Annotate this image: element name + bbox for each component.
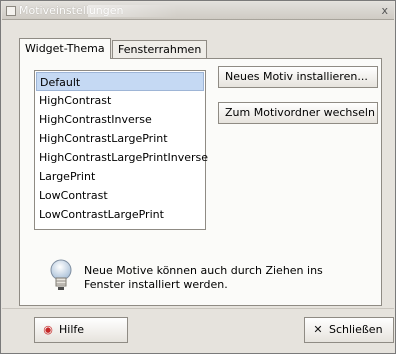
help-button[interactable]: ◉ Hilfe bbox=[34, 317, 128, 343]
close-icon: ✕ bbox=[313, 323, 323, 336]
tab-widget-theme[interactable]: Widget-Thema bbox=[19, 38, 111, 59]
theme-settings-window: Motiveinstellungen x Widget-Thema Fenste… bbox=[0, 0, 396, 354]
list-item[interactable]: HighContrastLargePrintInverse bbox=[36, 148, 208, 167]
list-item[interactable]: HighContrast bbox=[36, 91, 204, 110]
window-icon bbox=[6, 6, 16, 16]
list-item[interactable]: HighContrastInverse bbox=[36, 110, 204, 129]
drag-hint-text: Neue Motive können auch durch Ziehen ins… bbox=[84, 264, 323, 291]
theme-list[interactable]: Default HighContrast HighContrastInverse… bbox=[34, 70, 208, 230]
help-button-label: Hilfe bbox=[59, 323, 85, 336]
titlebar[interactable]: Motiveinstellungen x bbox=[2, 2, 394, 20]
list-item[interactable]: LargePrint bbox=[36, 167, 204, 186]
list-item[interactable]: LowContrastLargePrint bbox=[36, 205, 204, 224]
theme-folder-button[interactable]: Zum Motivordner wechseln bbox=[218, 102, 378, 124]
window-close-icon[interactable]: x bbox=[381, 4, 388, 17]
close-button-label: Schließen bbox=[329, 323, 383, 336]
tab-window-frame[interactable]: Fensterrahmen bbox=[112, 40, 208, 58]
help-icon: ◉ bbox=[43, 323, 53, 336]
list-item[interactable]: LowContrast bbox=[36, 186, 204, 205]
install-theme-button[interactable]: Neues Motiv installieren... bbox=[218, 66, 378, 88]
titlebar-decoration bbox=[88, 5, 178, 17]
list-item[interactable]: HighContrastLargePrint bbox=[36, 129, 204, 148]
lightbulb-icon bbox=[50, 259, 72, 290]
list-item[interactable]: Default bbox=[36, 72, 204, 91]
close-button[interactable]: ✕ Schließen bbox=[304, 317, 394, 343]
